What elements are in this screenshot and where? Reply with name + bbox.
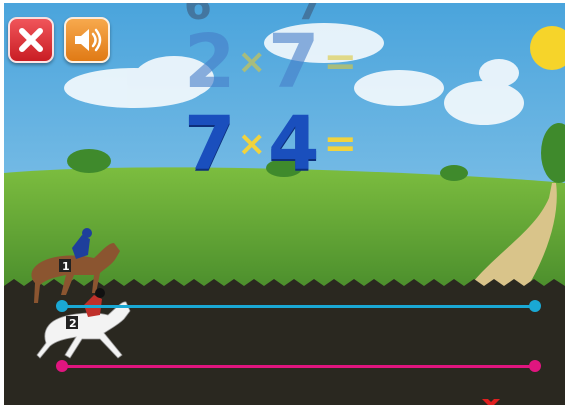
faded-equation: 2×7 = (184, 25, 357, 99)
faded-equation-equals: = (323, 39, 358, 85)
racer-1-finish-marker (529, 300, 541, 312)
faded-equation-times: × (237, 42, 267, 82)
current-equation-b: 4 (268, 101, 320, 187)
faded-equation-b: 7 (268, 19, 320, 105)
racer-2-start-marker (56, 360, 68, 372)
horse-2-number: 2 (69, 317, 77, 330)
racer-2-finish-marker (529, 360, 541, 372)
horse-1-number: 1 (62, 260, 70, 273)
close-button[interactable] (8, 17, 54, 63)
current-equation-a: 7 (184, 101, 236, 187)
race-track (4, 279, 565, 405)
faded-equation-a: 2 (184, 19, 236, 105)
close-x-icon (19, 28, 43, 52)
current-equation-equals: = (323, 121, 358, 167)
racer-1-start-marker (56, 300, 68, 312)
current-equation: 7×4 = (184, 107, 357, 181)
racer-1-progress-track (62, 305, 535, 308)
speaker-icon (75, 28, 102, 52)
racer-2-progress-track (62, 365, 535, 368)
sound-button[interactable] (64, 17, 110, 63)
game-stage: 1 2 6 7 2×7 = 7×4 = (4, 3, 565, 405)
current-equation-times: × (237, 124, 267, 164)
